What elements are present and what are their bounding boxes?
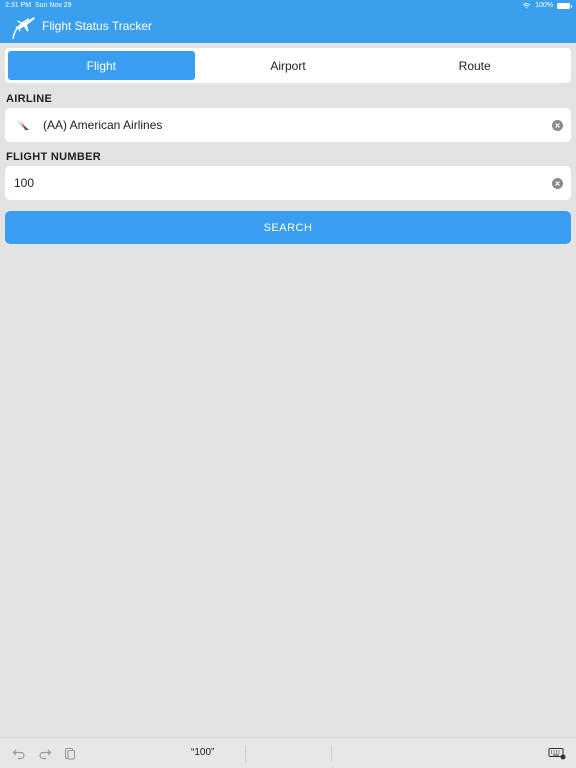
status-time: 2:31 PM	[5, 2, 32, 9]
close-icon	[555, 180, 560, 186]
airline-label: AIRLINE	[6, 93, 53, 105]
search-button[interactable]: SEARCH	[5, 211, 571, 244]
flight-number-input[interactable]	[14, 166, 552, 200]
american-airlines-logo-icon	[17, 120, 29, 130]
airline-clear-button[interactable]	[552, 119, 563, 131]
status-date: Sun Nov 29	[35, 2, 72, 9]
search-mode-tabs: Flight Airport Route	[5, 48, 571, 83]
status-bar: 2:31 PM Sun Nov 29 100%	[0, 0, 576, 12]
airplane-logo-icon	[12, 17, 35, 40]
close-icon	[555, 122, 560, 128]
keyboard-dismiss-icon[interactable]	[548, 746, 566, 760]
keyboard-shortcut-bar: “100”	[0, 737, 576, 768]
battery-percent: 100%	[535, 2, 553, 9]
flight-number-label: FLIGHT NUMBER	[6, 151, 101, 163]
paste-icon[interactable]	[63, 746, 77, 760]
tab-route[interactable]: Route	[381, 51, 568, 80]
suggestion-divider	[331, 745, 332, 762]
tab-flight[interactable]: Flight	[8, 51, 195, 80]
flight-number-field[interactable]	[5, 166, 571, 200]
redo-icon[interactable]	[38, 746, 52, 760]
tab-airport[interactable]: Airport	[195, 51, 382, 80]
battery-icon	[557, 3, 572, 9]
suggestion-divider	[245, 745, 246, 762]
status-right: 100%	[522, 0, 572, 12]
airline-input[interactable]	[43, 108, 552, 142]
keyboard-suggestion[interactable]: “100”	[191, 747, 214, 758]
wifi-icon	[522, 3, 531, 9]
flight-number-clear-button[interactable]	[552, 177, 563, 189]
airline-field[interactable]	[5, 108, 571, 142]
undo-icon[interactable]	[12, 746, 26, 760]
app-header: 2:31 PM Sun Nov 29 100% Flight Status Tr…	[0, 0, 576, 43]
app-title: Flight Status Tracker	[42, 19, 153, 33]
